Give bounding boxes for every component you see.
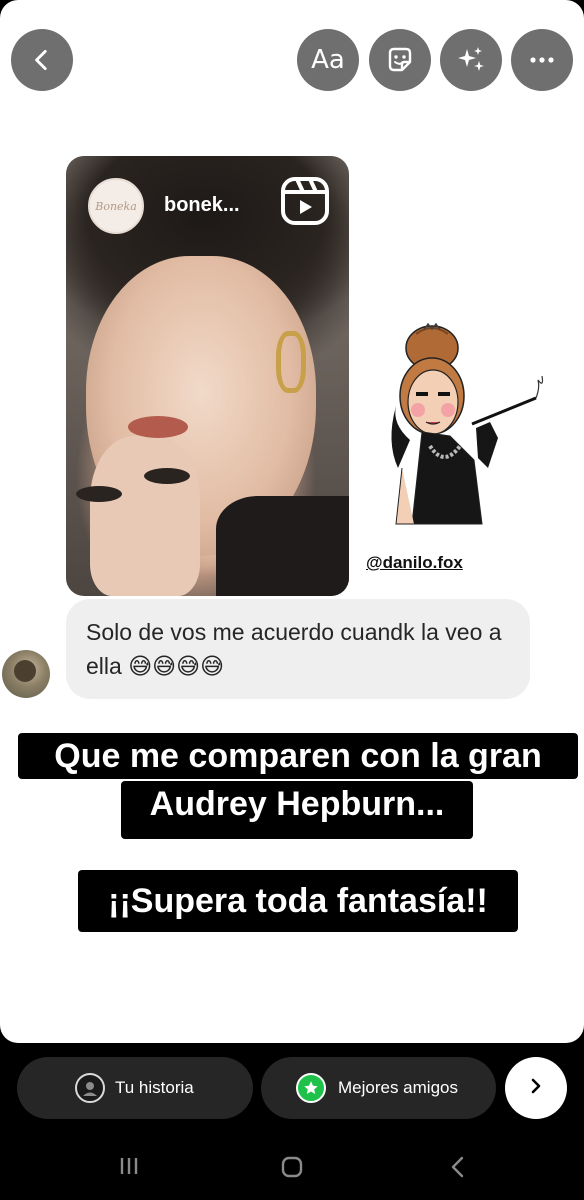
credit-mention-link[interactable]: @danilo.fox xyxy=(366,553,463,573)
post-profile-logo[interactable]: Boneka xyxy=(88,178,144,234)
sticker-icon xyxy=(384,44,416,76)
close-friends-star-icon xyxy=(296,1073,326,1103)
fashion-illustration-sticker[interactable] xyxy=(380,318,550,532)
recent-apps-icon xyxy=(118,1158,140,1181)
back-button[interactable] xyxy=(11,29,73,91)
close-friends-button[interactable]: Mejores amigos xyxy=(261,1057,496,1119)
caption-line-3[interactable]: ¡¡Supera toda fantasía!! xyxy=(78,870,518,932)
post-username[interactable]: bonek... xyxy=(164,194,240,217)
your-story-label: Tu historia xyxy=(115,1078,194,1097)
story-canvas: Aa Boneka bonek... @danilo.fox Solo de v… xyxy=(0,0,584,1043)
post-logo-text: Boneka xyxy=(95,199,137,213)
text-tool-label: Aa xyxy=(311,45,345,75)
photo-shoulder xyxy=(216,496,349,596)
system-back-button[interactable] xyxy=(448,1155,468,1184)
caption-line-3-text: ¡¡Supera toda fantasía!! xyxy=(108,882,488,920)
story-avatar-icon xyxy=(75,1073,105,1103)
caption-line-2-text: Audrey Hepburn... xyxy=(149,785,445,823)
photo-earring xyxy=(276,331,306,393)
chevron-left-icon xyxy=(29,47,55,73)
caption-line-2[interactable]: Audrey Hepburn... xyxy=(121,781,473,839)
caption-line-1[interactable]: Que me comparen con la gran xyxy=(18,733,578,779)
next-button[interactable] xyxy=(505,1057,567,1119)
home-button[interactable] xyxy=(280,1155,304,1184)
sticker-button[interactable] xyxy=(369,29,431,91)
photo-eye-right xyxy=(144,468,190,484)
more-options-button[interactable] xyxy=(511,29,573,91)
your-story-button[interactable]: Tu historia xyxy=(17,1057,253,1119)
sparkles-icon xyxy=(454,43,488,77)
recent-apps-button[interactable] xyxy=(118,1155,140,1182)
more-horizontal-icon xyxy=(529,56,555,64)
share-bar: Tu historia Mejores amigos xyxy=(0,1043,584,1133)
shared-reel-post[interactable]: Boneka bonek... xyxy=(66,156,349,596)
message-bubble: Solo de vos me acuerdo cuandk la veo a e… xyxy=(66,599,530,699)
home-icon xyxy=(280,1156,304,1183)
system-navigation-bar xyxy=(0,1133,584,1200)
chevron-right-icon xyxy=(526,1076,546,1101)
effects-button[interactable] xyxy=(440,29,502,91)
photo-lips xyxy=(128,416,188,438)
photo-eye-left xyxy=(76,486,122,502)
back-icon xyxy=(448,1156,468,1183)
caption-line-1-text: Que me comparen con la gran xyxy=(54,737,542,775)
sender-avatar[interactable] xyxy=(2,650,50,698)
text-tool-button[interactable]: Aa xyxy=(297,29,359,91)
reels-icon xyxy=(280,176,330,231)
photo-hand xyxy=(90,436,200,596)
message-text: Solo de vos me acuerdo cuandk la veo a e… xyxy=(86,619,502,679)
close-friends-label: Mejores amigos xyxy=(338,1078,458,1097)
